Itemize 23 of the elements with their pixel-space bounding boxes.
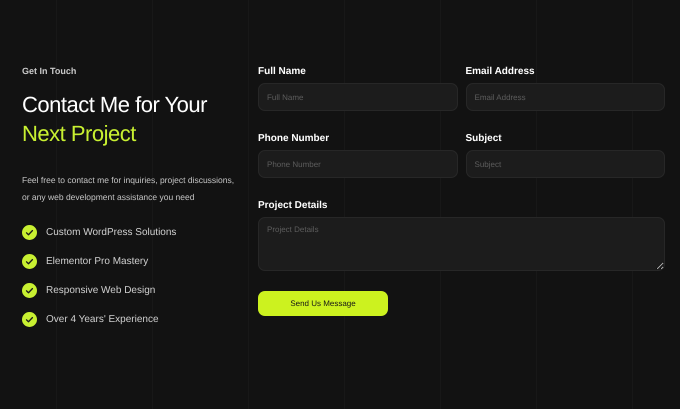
feature-label: Custom WordPress Solutions bbox=[46, 227, 176, 238]
eyebrow-text: Get In Touch bbox=[22, 66, 78, 76]
field-label: Full Name bbox=[258, 66, 307, 77]
input-field[interactable]: Phone Number bbox=[258, 150, 458, 178]
send-button[interactable]: Send Us Message bbox=[258, 291, 388, 316]
heading: Contact Me for Your bbox=[22, 91, 208, 119]
description-text: Feel free to contact me for inquiries, project discussions, or any web development assistance you need bbox=[22, 174, 236, 204]
heading-highlight: Next Project bbox=[22, 120, 138, 148]
field-label: Subject bbox=[466, 133, 503, 144]
field-label: Project Details bbox=[258, 200, 328, 211]
check-icon bbox=[22, 225, 37, 240]
input-field[interactable]: Full Name bbox=[258, 83, 458, 111]
check-icon bbox=[22, 254, 37, 269]
check-icon bbox=[22, 283, 37, 298]
feature-label: Elementor Pro Mastery bbox=[46, 256, 148, 267]
input-field[interactable]: Email Address bbox=[466, 83, 665, 111]
input-field[interactable]: Subject bbox=[466, 150, 665, 178]
field-label: Email Address bbox=[466, 66, 536, 77]
check-icon bbox=[22, 312, 37, 327]
field-label: Phone Number bbox=[258, 133, 330, 144]
feature-label: Over 4 Years' Experience bbox=[46, 314, 159, 325]
textarea-field[interactable]: Project Details bbox=[258, 217, 665, 271]
feature-label: Responsive Web Design bbox=[46, 285, 156, 296]
